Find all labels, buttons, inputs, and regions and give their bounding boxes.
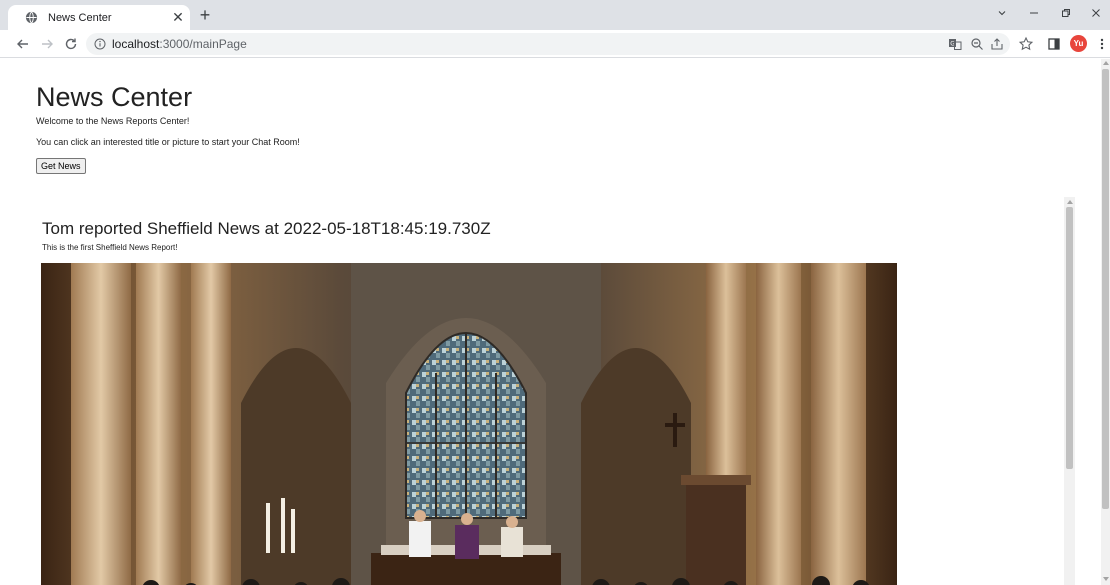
minimize-icon[interactable] — [1022, 6, 1046, 22]
close-window-icon[interactable] — [1084, 6, 1108, 22]
translate-icon[interactable]: G — [948, 37, 962, 51]
welcome-text: Welcome to the News Reports Center! — [36, 116, 190, 126]
church-interior-photo[interactable] — [41, 263, 897, 585]
instructions-text: You can click an interested title or pic… — [36, 137, 300, 147]
news-list: Tom reported Sheffield News at 2022-05-1… — [32, 197, 1078, 585]
page-scrollbar[interactable] — [1101, 59, 1110, 585]
tab-strip: News Center ✕ + — [0, 0, 1110, 30]
page-scroll-down-arrow-icon[interactable] — [1103, 577, 1109, 581]
page-viewport: News Center Welcome to the News Reports … — [0, 59, 1110, 585]
page-scroll-up-arrow-icon[interactable] — [1103, 61, 1109, 65]
address-bar[interactable]: localhost:3000/mainPage G — [86, 33, 1010, 55]
tab-title: News Center — [48, 12, 112, 24]
tab-search-chevron-icon[interactable] — [990, 6, 1014, 22]
bookmark-star-icon[interactable] — [1018, 36, 1034, 52]
profile-avatar[interactable]: Yu — [1070, 35, 1087, 52]
zoom-icon[interactable] — [970, 37, 984, 51]
browser-toolbar: localhost:3000/mainPage G Yu — [0, 30, 1110, 58]
back-arrow-icon[interactable] — [14, 35, 32, 53]
restore-icon[interactable] — [1054, 6, 1078, 22]
news-title[interactable]: Tom reported Sheffield News at 2022-05-1… — [42, 219, 491, 239]
tab-close-icon[interactable]: ✕ — [170, 9, 186, 25]
info-icon[interactable] — [94, 38, 106, 50]
reload-icon[interactable] — [62, 35, 80, 53]
news-description: This is the first Sheffield News Report! — [42, 243, 178, 252]
news-list-scrollbar[interactable] — [1064, 197, 1075, 585]
globe-icon — [25, 11, 38, 24]
scroll-up-arrow-icon[interactable] — [1067, 200, 1073, 204]
url-text[interactable]: localhost:3000/mainPage — [112, 37, 247, 51]
forward-arrow-icon[interactable] — [38, 35, 56, 53]
scroll-thumb[interactable] — [1066, 207, 1073, 469]
get-news-button[interactable]: Get News — [36, 158, 86, 174]
share-icon[interactable] — [990, 37, 1004, 51]
menu-kebab-icon[interactable] — [1098, 36, 1106, 52]
page-title: News Center — [36, 82, 193, 112]
side-panel-icon[interactable] — [1046, 36, 1062, 52]
new-tab-button[interactable]: + — [196, 6, 214, 24]
browser-tab[interactable]: News Center ✕ — [8, 5, 190, 30]
page-scroll-thumb[interactable] — [1102, 69, 1109, 509]
